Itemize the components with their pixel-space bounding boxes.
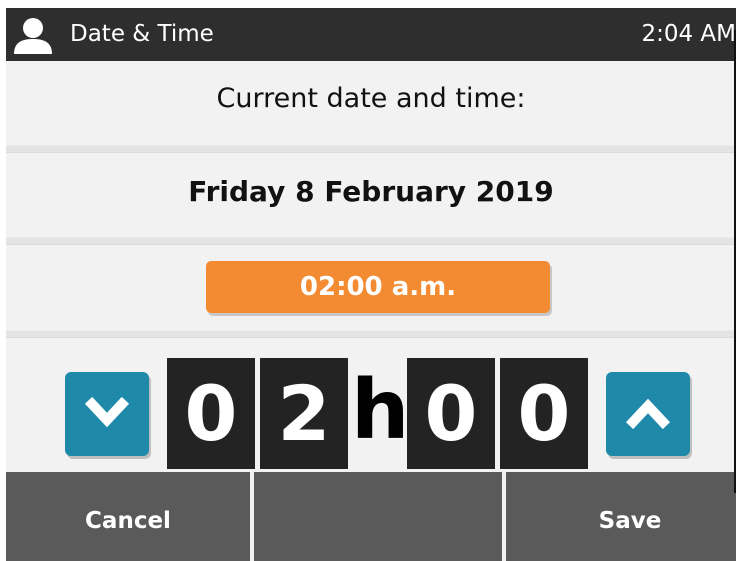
cancel-button[interactable]: Cancel bbox=[6, 472, 250, 561]
current-date: Friday 8 February 2019 bbox=[188, 175, 554, 208]
hour-minute-separator: h bbox=[351, 363, 410, 458]
decrement-button[interactable] bbox=[65, 372, 149, 456]
status-bar: Date & Time 2:04 AM bbox=[6, 8, 736, 61]
current-time-display: 02:00 a.m. bbox=[206, 261, 550, 313]
minute-tens-digit[interactable]: 0 bbox=[407, 358, 495, 469]
current-datetime-heading: Current date and time: bbox=[216, 83, 526, 114]
divider bbox=[6, 145, 736, 153]
hour-ones-digit[interactable]: 2 bbox=[260, 358, 348, 469]
hour-tens-digit[interactable]: 0 bbox=[167, 358, 255, 469]
frame-edge bbox=[734, 30, 736, 493]
chevron-down-icon bbox=[84, 396, 130, 428]
divider bbox=[6, 330, 736, 338]
minute-ones-digit[interactable]: 0 bbox=[500, 358, 588, 469]
footer-bar: Cancel Save bbox=[6, 472, 736, 561]
save-button[interactable]: Save bbox=[506, 472, 736, 561]
divider bbox=[6, 237, 736, 245]
user-icon[interactable] bbox=[12, 14, 54, 56]
screen: Date & Time 2:04 AM Current date and tim… bbox=[6, 8, 736, 561]
chevron-up-icon bbox=[625, 398, 671, 430]
increment-button[interactable] bbox=[606, 372, 690, 456]
footer-middle-button[interactable] bbox=[254, 472, 502, 561]
status-bar-title: Date & Time bbox=[70, 21, 214, 47]
status-bar-clock: 2:04 AM bbox=[641, 21, 736, 47]
